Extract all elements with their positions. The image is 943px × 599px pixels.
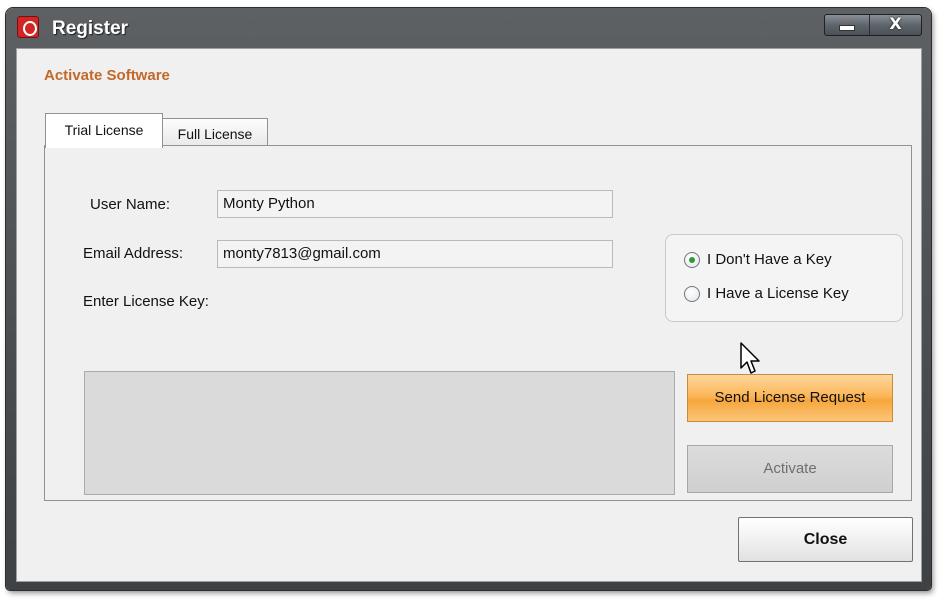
radio-have-key-label: I Have a License Key: [707, 285, 849, 302]
minimize-icon: [839, 25, 855, 31]
license-key-input[interactable]: [84, 371, 675, 495]
user-name-label: User Name:: [90, 196, 171, 213]
trial-license-panel: User Name: Monty Python Email Address: m…: [44, 145, 912, 501]
radio-dot-icon: [689, 257, 695, 263]
register-window: Register X Activate Software Trial Licen…: [6, 8, 931, 590]
app-logo-icon: [17, 16, 39, 38]
radio-no-key-label: I Don't Have a Key: [707, 251, 832, 268]
send-license-request-button[interactable]: Send License Request: [687, 374, 893, 422]
minimize-button[interactable]: [825, 15, 870, 35]
license-key-label: Enter License Key:: [83, 293, 209, 310]
dialog-body: Activate Software Trial License Full Lic…: [16, 48, 922, 582]
radio-unselected-icon: [684, 286, 700, 302]
radio-selected-icon: [684, 252, 700, 268]
close-button[interactable]: Close: [738, 517, 913, 562]
key-option-group: I Don't Have a Key I Have a License Key: [665, 234, 903, 322]
close-icon: X: [889, 14, 902, 33]
window-controls: X: [824, 14, 922, 36]
activate-button[interactable]: Activate: [687, 445, 893, 493]
title-bar[interactable]: Register X: [6, 8, 931, 48]
user-name-field[interactable]: Monty Python: [217, 190, 613, 218]
email-label: Email Address:: [83, 245, 184, 262]
email-field[interactable]: monty7813@gmail.com: [217, 240, 613, 268]
section-title: Activate Software: [44, 67, 170, 84]
pointer-cursor-icon: [740, 342, 760, 374]
window-close-button[interactable]: X: [870, 14, 921, 35]
window-title: Register: [52, 18, 129, 39]
tab-trial-license[interactable]: Trial License: [45, 113, 163, 148]
